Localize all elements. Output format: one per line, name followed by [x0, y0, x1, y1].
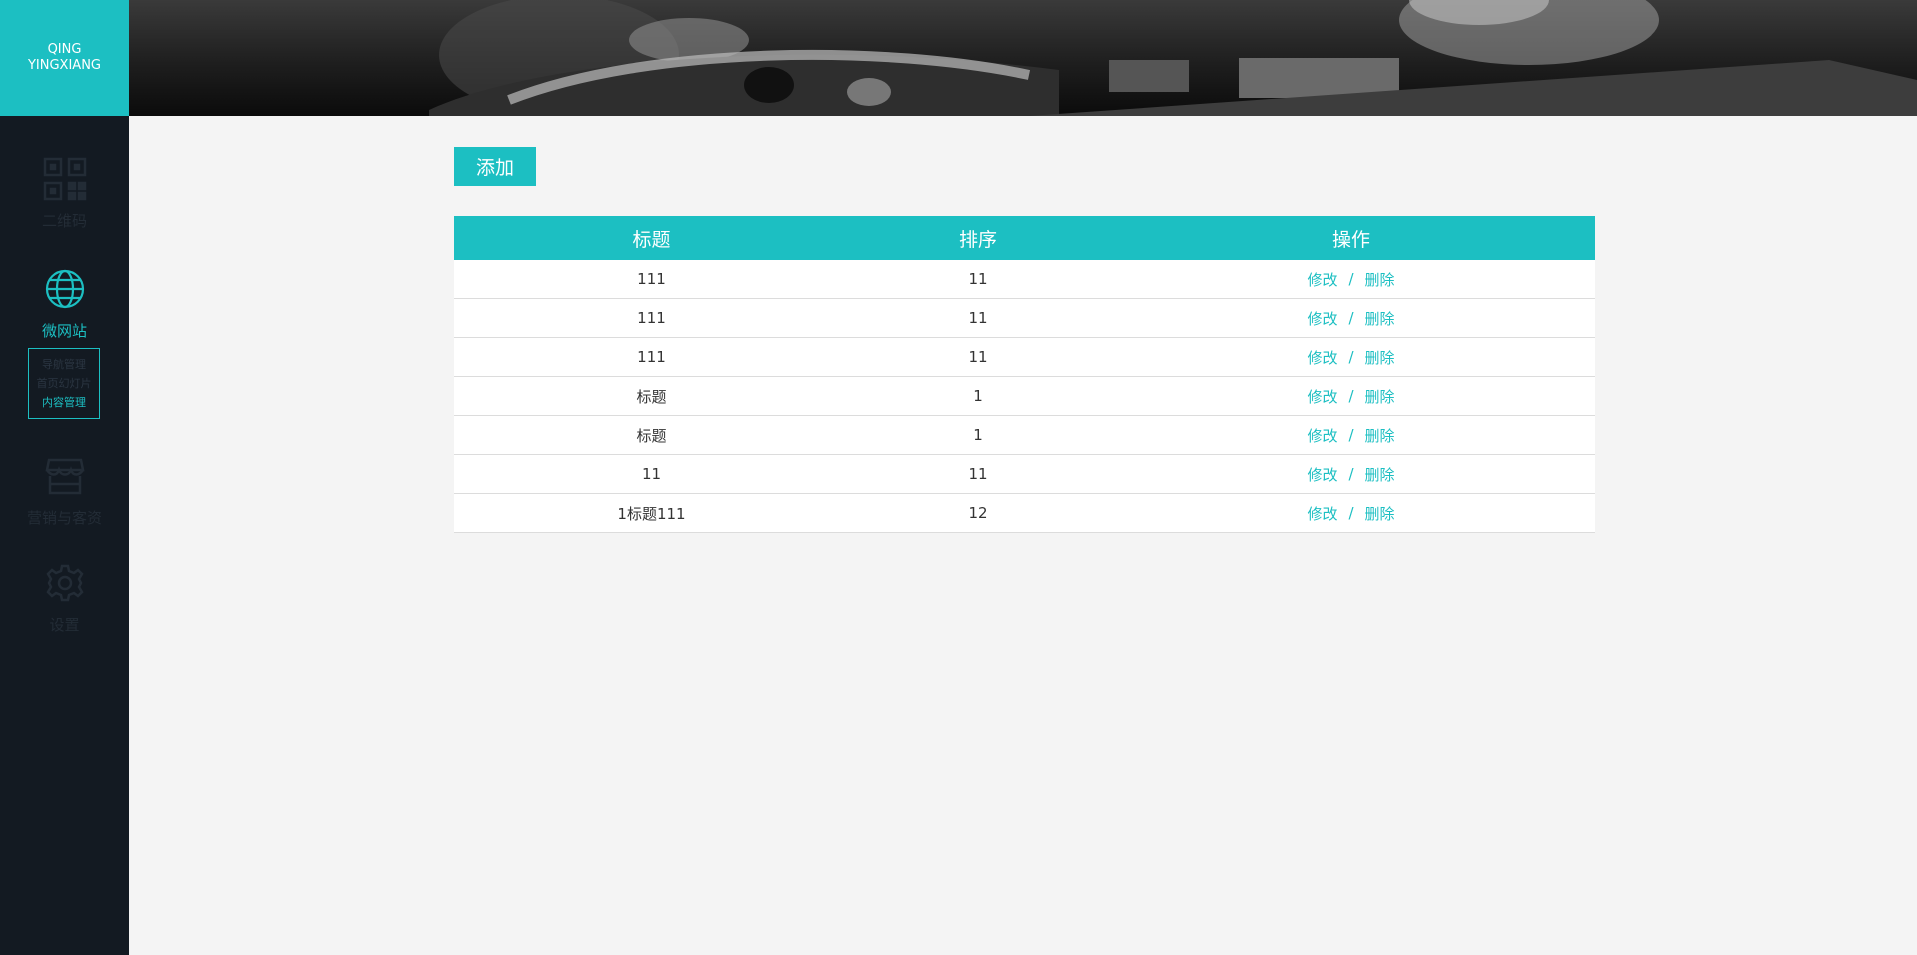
edit-link[interactable]: 修改 — [1307, 464, 1337, 485]
cell-title: 1标题111 — [617, 504, 686, 523]
table-row: 标题 1 修改 / 删除 — [454, 377, 1595, 416]
cell-title: 111 — [637, 309, 666, 327]
storefront-icon — [42, 453, 88, 499]
globe-icon — [42, 266, 88, 312]
submenu-item-nav-management[interactable]: 导航管理 — [42, 355, 86, 374]
edit-link[interactable]: 修改 — [1307, 269, 1337, 290]
cell-actions: 修改 / 删除 — [1107, 416, 1595, 454]
cell-actions: 修改 / 删除 — [1107, 377, 1595, 415]
action-separator: / — [1348, 504, 1354, 522]
delete-link[interactable]: 删除 — [1365, 308, 1395, 329]
cell-order: 11 — [968, 348, 988, 366]
brand-logo[interactable]: QING YINGXIANG — [0, 0, 129, 116]
column-header-actions: 操作 — [1331, 228, 1370, 251]
cell-actions: 修改 / 删除 — [1107, 494, 1595, 532]
delete-link[interactable]: 删除 — [1365, 425, 1395, 446]
cell-order: 11 — [968, 270, 988, 288]
cell-order: 12 — [968, 504, 988, 522]
sidebar-item-qrcode[interactable]: 二维码 — [0, 156, 129, 231]
sidebar-item-label: 设置 — [49, 616, 80, 634]
delete-link[interactable]: 删除 — [1365, 347, 1395, 368]
sidebar-item-label: 二维码 — [41, 212, 87, 230]
cell-title: 标题 — [636, 387, 667, 406]
cell-actions: 修改 / 删除 — [1107, 338, 1595, 376]
qrcode-icon — [42, 156, 88, 202]
gear-icon — [42, 560, 88, 606]
action-separator: / — [1348, 348, 1354, 366]
header-banner-image — [129, 0, 1917, 116]
cell-actions: 修改 / 删除 — [1107, 455, 1595, 493]
action-separator: / — [1348, 270, 1354, 288]
action-separator: / — [1348, 309, 1354, 327]
edit-link[interactable]: 修改 — [1307, 503, 1337, 524]
action-separator: / — [1348, 426, 1354, 444]
cell-title: 标题 — [636, 426, 667, 445]
table-row: 111 11 修改 / 删除 — [454, 338, 1595, 377]
cell-title: 11 — [641, 465, 662, 483]
delete-link[interactable]: 删除 — [1365, 464, 1395, 485]
delete-link[interactable]: 删除 — [1365, 386, 1395, 407]
brand-line-2: YINGXIANG — [27, 58, 101, 73]
cell-actions: 修改 / 删除 — [1107, 299, 1595, 337]
sidebar-item-microsite[interactable]: 微网站 — [0, 266, 129, 341]
sidebar-item-marketing[interactable]: 营销与客资 — [0, 453, 129, 528]
edit-link[interactable]: 修改 — [1307, 347, 1337, 368]
sidebar: 二维码 微网站 导航管理 首页幻灯片 内容管理 营销与客资 设置 — [0, 116, 129, 955]
table-row: 1标题111 12 修改 / 删除 — [454, 494, 1595, 533]
action-separator: / — [1348, 465, 1354, 483]
edit-link[interactable]: 修改 — [1307, 425, 1337, 446]
column-header-order[interactable]: 排序 — [849, 216, 1107, 260]
sidebar-item-label: 微网站 — [41, 322, 87, 340]
delete-link[interactable]: 删除 — [1365, 269, 1395, 290]
cell-title: 111 — [637, 348, 666, 366]
cell-title: 111 — [637, 270, 666, 288]
table-row: 11 11 修改 / 删除 — [454, 455, 1595, 494]
cell-order: 11 — [968, 309, 988, 327]
cell-order: 1 — [973, 387, 983, 405]
edit-link[interactable]: 修改 — [1307, 308, 1337, 329]
table-body: 111 11 修改 / 删除 111 11 修改 / 删除 111 11 修改 / 删除 标题 1 修改 / 删除 标题… — [454, 260, 1595, 533]
cell-actions: 修改 / 删除 — [1107, 260, 1595, 298]
submenu-item-content-management[interactable]: 内容管理 — [42, 393, 86, 412]
content-table: 标题 排序 操作 111 11 修改 / 删除 111 11 修改 / 删除 111 11 修改 / 删除标… — [454, 216, 1595, 533]
sidebar-item-settings[interactable]: 设置 — [0, 560, 129, 635]
sidebar-item-label: 营销与客资 — [26, 509, 102, 527]
action-separator: / — [1348, 387, 1354, 405]
cell-order: 11 — [968, 465, 988, 483]
microsite-submenu: 导航管理 首页幻灯片 内容管理 — [28, 348, 100, 419]
table-row: 标题 1 修改 / 删除 — [454, 416, 1595, 455]
column-header-title[interactable]: 标题 — [454, 216, 849, 260]
table-row: 111 11 修改 / 删除 — [454, 260, 1595, 299]
table-row: 111 11 修改 / 删除 — [454, 299, 1595, 338]
add-button[interactable]: 添加 — [454, 147, 536, 186]
submenu-item-home-slides[interactable]: 首页幻灯片 — [37, 374, 92, 393]
edit-link[interactable]: 修改 — [1307, 386, 1337, 407]
brand-line-1: QING — [47, 42, 82, 57]
table-header: 标题 排序 操作 — [454, 216, 1595, 260]
delete-link[interactable]: 删除 — [1365, 503, 1395, 524]
cell-order: 1 — [973, 426, 983, 444]
